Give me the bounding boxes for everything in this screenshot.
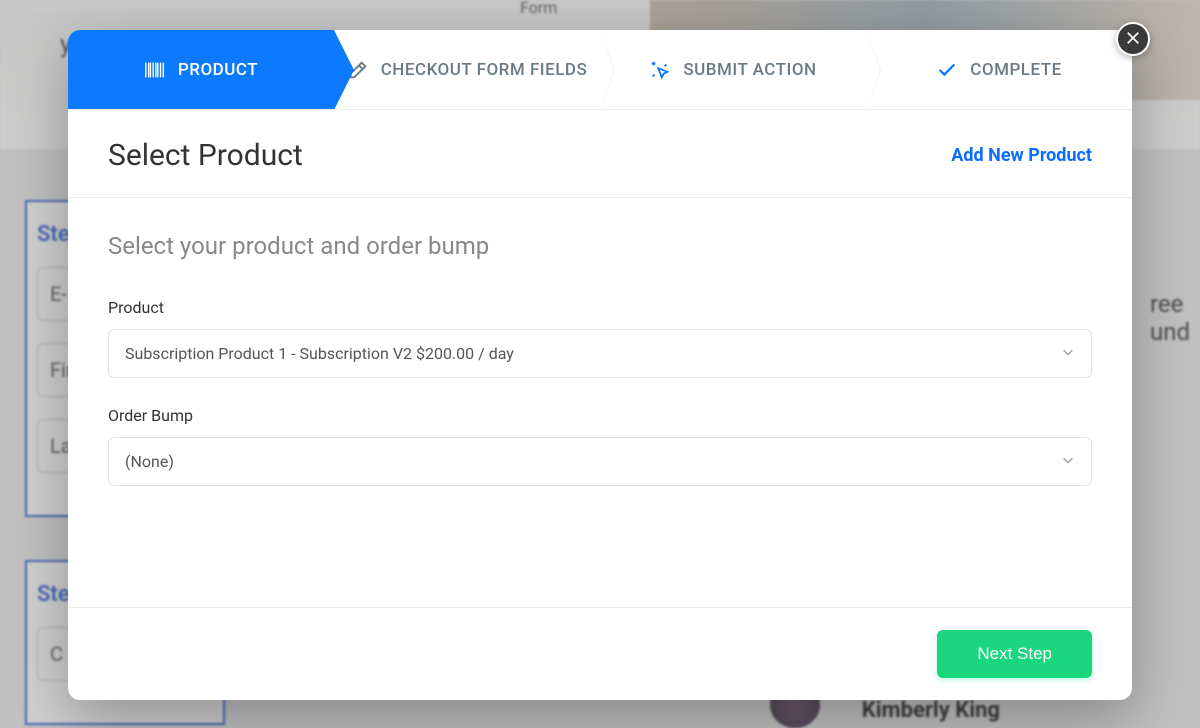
modal-subtitle: Select your product and order bump	[108, 232, 1092, 260]
wizard-steps: PRODUCT CHECKOUT FORM FIELDS SUBMIT ACTI…	[68, 30, 1132, 110]
barcode-icon	[144, 59, 166, 81]
step-label: SUBMIT ACTION	[683, 60, 816, 80]
modal-body: Select your product and order bump Produ…	[68, 198, 1132, 607]
step-label: COMPLETE	[970, 60, 1061, 80]
step-complete[interactable]: COMPLETE	[866, 30, 1132, 109]
product-field-group: Product Subscription Product 1 - Subscri…	[108, 298, 1092, 378]
page-title: Select Product	[108, 138, 303, 173]
cursor-click-icon	[649, 59, 671, 81]
modal-footer: Next Step	[68, 607, 1132, 700]
step-label: CHECKOUT FORM FIELDS	[381, 60, 588, 80]
close-icon	[1126, 29, 1140, 50]
step-submit-action[interactable]: SUBMIT ACTION	[600, 30, 866, 109]
product-label: Product	[108, 298, 1092, 317]
chevron-down-icon	[1061, 344, 1075, 363]
order-bump-select-value: (None)	[125, 452, 174, 471]
modal-header: Select Product Add New Product	[68, 110, 1132, 198]
product-wizard-modal: PRODUCT CHECKOUT FORM FIELDS SUBMIT ACTI…	[68, 30, 1132, 700]
order-bump-label: Order Bump	[108, 406, 1092, 425]
order-bump-select[interactable]: (None)	[108, 437, 1092, 486]
add-new-product-link[interactable]: Add New Product	[951, 145, 1092, 166]
chevron-down-icon	[1061, 452, 1075, 471]
product-select-value: Subscription Product 1 - Subscription V2…	[125, 344, 514, 363]
close-button[interactable]	[1116, 22, 1150, 56]
next-step-button[interactable]: Next Step	[937, 630, 1092, 678]
step-checkout-form-fields[interactable]: CHECKOUT FORM FIELDS	[334, 30, 600, 109]
step-product[interactable]: PRODUCT	[68, 30, 334, 109]
product-select[interactable]: Subscription Product 1 - Subscription V2…	[108, 329, 1092, 378]
order-bump-field-group: Order Bump (None)	[108, 406, 1092, 486]
step-label: PRODUCT	[178, 60, 258, 80]
check-icon	[936, 59, 958, 81]
